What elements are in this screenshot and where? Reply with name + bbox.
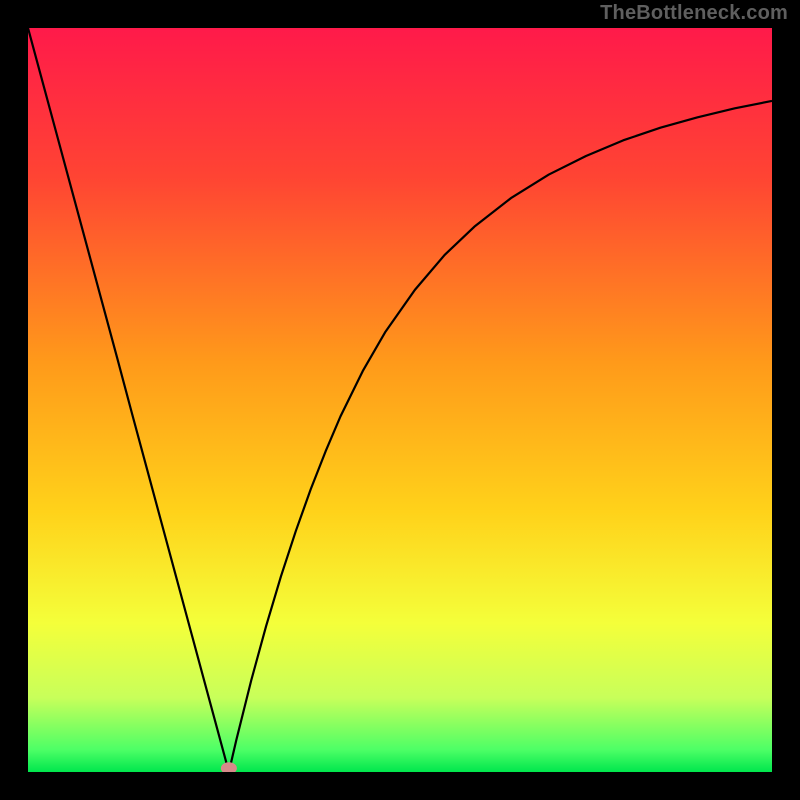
watermark-text: TheBottleneck.com xyxy=(600,2,788,25)
gradient-background xyxy=(28,28,772,772)
bottleneck-chart xyxy=(28,28,772,772)
plot-area xyxy=(28,28,772,772)
chart-frame: TheBottleneck.com xyxy=(0,0,800,800)
